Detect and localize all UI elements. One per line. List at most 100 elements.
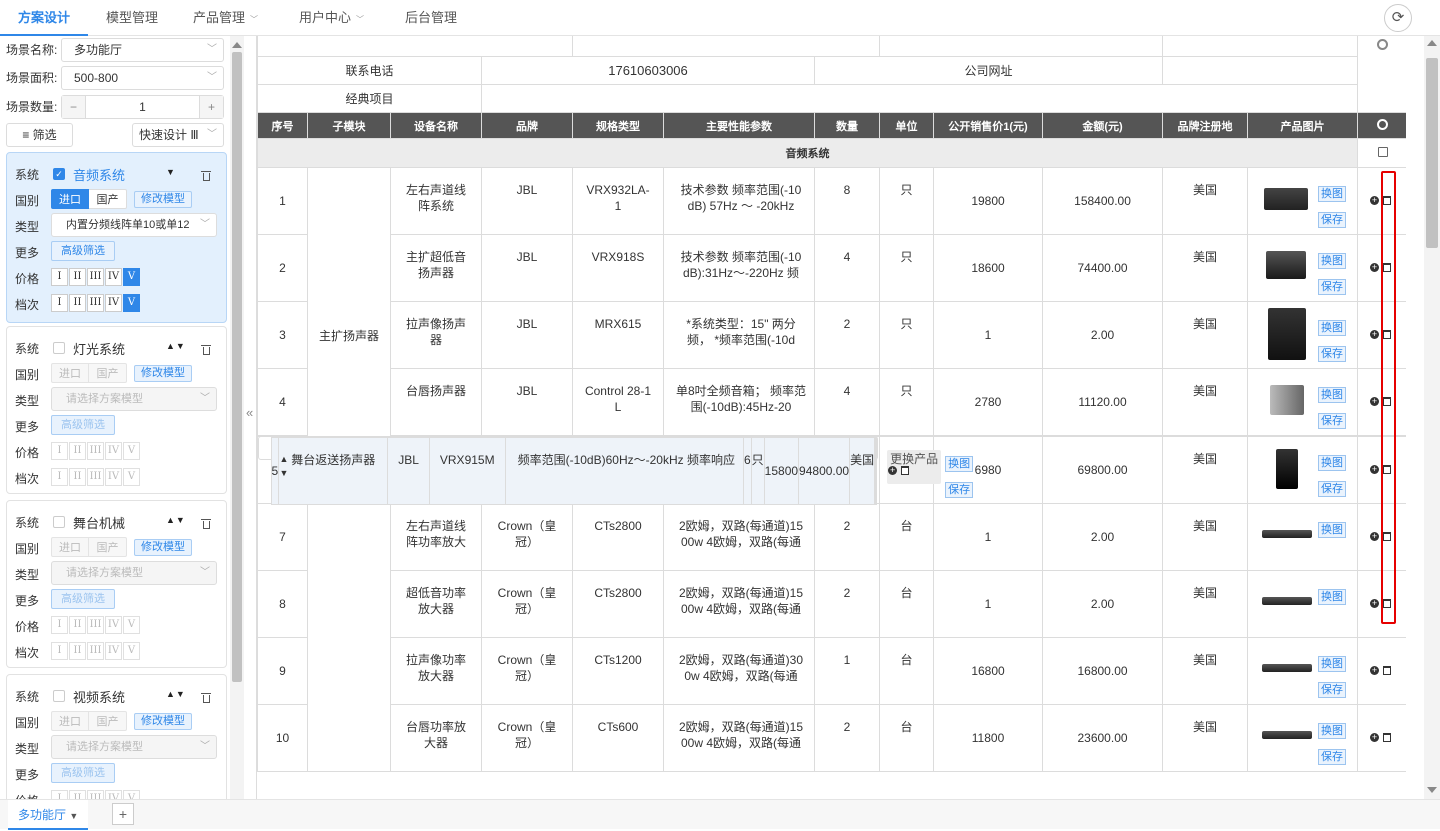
scroll-down-arrow-icon[interactable]: [1427, 787, 1437, 793]
level-button[interactable]: V: [123, 294, 140, 312]
sort-arrows-icon[interactable]: ▲▼: [166, 689, 186, 699]
level-button[interactable]: V: [123, 442, 140, 460]
add-icon[interactable]: +: [1370, 666, 1380, 675]
level-button[interactable]: II: [69, 616, 86, 634]
price[interactable]: 1: [933, 503, 1044, 571]
increment-button[interactable]: +: [199, 96, 223, 118]
table-row[interactable]: 8 超低音功率放大器 Crown（皇冠） CTs2800 2欧姆，双路(每通道)1500…: [257, 570, 1406, 638]
level-button[interactable]: III: [87, 442, 104, 460]
level-button[interactable]: IV: [105, 468, 122, 486]
save-image-button[interactable]: 保存: [1318, 413, 1347, 429]
quantity[interactable]: 2: [813, 570, 881, 638]
decrement-button[interactable]: −: [62, 96, 86, 118]
level-button[interactable]: II: [69, 294, 86, 312]
nav-tab-user-center[interactable]: 用户中心 ﹀: [299, 0, 364, 36]
table-row[interactable]: 7 左右声道线阵功率放大 Crown（皇冠） CTs2800 2欧姆，双路(每通道)15…: [257, 503, 1406, 772]
level-button[interactable]: II: [69, 268, 86, 286]
save-image-button[interactable]: 保存: [1318, 682, 1347, 698]
type-select[interactable]: 请选择方案模型 ﹀: [51, 735, 217, 759]
trash-icon[interactable]: [201, 518, 211, 529]
table-row[interactable]: 1 主扩扬声器 左右声道线阵系统 JBL VRX932LA-1 技术参数 频率范围(-10…: [257, 167, 1406, 504]
quantity[interactable]: 2: [813, 704, 881, 772]
settings-gear-icon[interactable]: [1377, 118, 1389, 130]
swap-image-button[interactable]: 换图: [1318, 253, 1347, 269]
modify-model-button[interactable]: 修改模型: [134, 539, 192, 556]
system-checkbox[interactable]: [53, 342, 65, 354]
nav-tab-product-management[interactable]: 产品管理 ﹀: [193, 0, 258, 36]
save-image-button[interactable]: 保存: [1318, 346, 1347, 362]
quantity[interactable]: 6: [742, 437, 752, 505]
level-button[interactable]: IV: [105, 442, 122, 460]
add-icon[interactable]: +: [1370, 196, 1380, 205]
level-button[interactable]: II: [69, 642, 86, 660]
save-image-button[interactable]: 保存: [1318, 279, 1347, 295]
delete-icon[interactable]: [1383, 733, 1392, 742]
swap-image-button[interactable]: 换图: [1318, 723, 1347, 739]
add-icon[interactable]: +: [1370, 397, 1380, 406]
level-button[interactable]: I: [51, 642, 68, 660]
filter-button[interactable]: ≡ 筛选: [6, 123, 73, 147]
level-button[interactable]: III: [87, 616, 104, 634]
level-button[interactable]: V: [123, 616, 140, 634]
system-checkbox[interactable]: [53, 690, 65, 702]
modify-model-button[interactable]: 修改模型: [134, 713, 192, 730]
level-button[interactable]: III: [87, 642, 104, 660]
price[interactable]: 18600: [933, 234, 1044, 302]
swap-image-button[interactable]: 换图: [1318, 320, 1347, 336]
table-row[interactable]: 3 拉声像扬声器 JBL MRX615 *系统类型：15" 两分频， *频率范围(-10…: [257, 301, 1406, 369]
advanced-filter-button[interactable]: 高级筛选: [51, 241, 115, 261]
swap-image-button[interactable]: 换图: [1318, 656, 1347, 672]
domestic-toggle[interactable]: 国产: [89, 189, 127, 209]
advanced-filter-button[interactable]: 高级筛选: [51, 589, 115, 609]
add-icon[interactable]: +: [1370, 532, 1380, 541]
import-toggle[interactable]: 进口: [51, 537, 89, 557]
swap-image-button[interactable]: 换图: [1318, 522, 1347, 538]
move-arrows-icon[interactable]: ▲ ▼: [280, 452, 289, 480]
price[interactable]: 19800: [933, 167, 1044, 235]
edit-icon[interactable]: [1377, 146, 1388, 157]
table-row[interactable]: 2 主扩超低音扬声器 JBL VRX918S 技术参数 频率范围(-10 dB):31H…: [257, 234, 1406, 302]
level-button[interactable]: III: [87, 468, 104, 486]
trash-icon[interactable]: [201, 170, 211, 181]
level-button[interactable]: IV: [105, 790, 122, 799]
scroll-up-arrow-icon[interactable]: [232, 38, 242, 48]
quantity[interactable]: 1: [813, 637, 881, 705]
sort-arrows-icon[interactable]: ▲▼: [166, 515, 186, 525]
level-button[interactable]: II: [69, 442, 86, 460]
add-tab-button[interactable]: +: [112, 803, 134, 825]
level-button[interactable]: I: [51, 294, 68, 312]
price[interactable]: 2780: [933, 368, 1044, 436]
delete-icon[interactable]: [901, 466, 910, 475]
swap-image-button[interactable]: 换图: [945, 456, 974, 472]
quantity[interactable]: 8: [813, 167, 881, 235]
level-button[interactable]: IV: [105, 268, 122, 286]
domestic-toggle[interactable]: 国产: [89, 711, 127, 731]
save-image-button[interactable]: 保存: [945, 482, 974, 498]
price[interactable]: 1: [933, 570, 1044, 638]
sidebar-scroll-thumb[interactable]: [232, 52, 242, 682]
delete-icon[interactable]: [1383, 666, 1392, 675]
level-button[interactable]: V: [123, 268, 140, 286]
level-button[interactable]: I: [51, 468, 68, 486]
trash-icon[interactable]: [201, 692, 211, 703]
nav-tab-scheme-design[interactable]: 方案设计: [0, 0, 89, 36]
scene-area-select[interactable]: 500-800 ﹀: [61, 66, 224, 90]
trash-icon[interactable]: [201, 344, 211, 355]
quantity[interactable]: 4: [813, 368, 881, 436]
refresh-icon[interactable]: ⟳: [1384, 4, 1412, 32]
modify-model-button[interactable]: 修改模型: [134, 365, 192, 382]
scene-count-value[interactable]: 1: [86, 96, 199, 118]
price[interactable]: 11800: [933, 704, 1044, 772]
add-icon[interactable]: +: [1370, 599, 1380, 608]
level-button[interactable]: IV: [105, 294, 122, 312]
price[interactable]: 1: [933, 301, 1044, 369]
swap-image-button[interactable]: 换图: [1318, 589, 1347, 605]
add-icon[interactable]: +: [1370, 733, 1380, 742]
level-button[interactable]: III: [87, 790, 104, 799]
table-row[interactable]: 10 台唇功率放大器 Crown（皇冠） CTs600 2欧姆，双路(每通道)1500w…: [257, 704, 1406, 772]
quantity[interactable]: 4: [813, 234, 881, 302]
system-checkbox[interactable]: ✓: [53, 168, 65, 180]
scene-name-select[interactable]: 多功能厅 ﹀: [61, 38, 224, 62]
level-button[interactable]: V: [123, 790, 140, 799]
add-icon[interactable]: +: [1370, 263, 1380, 272]
